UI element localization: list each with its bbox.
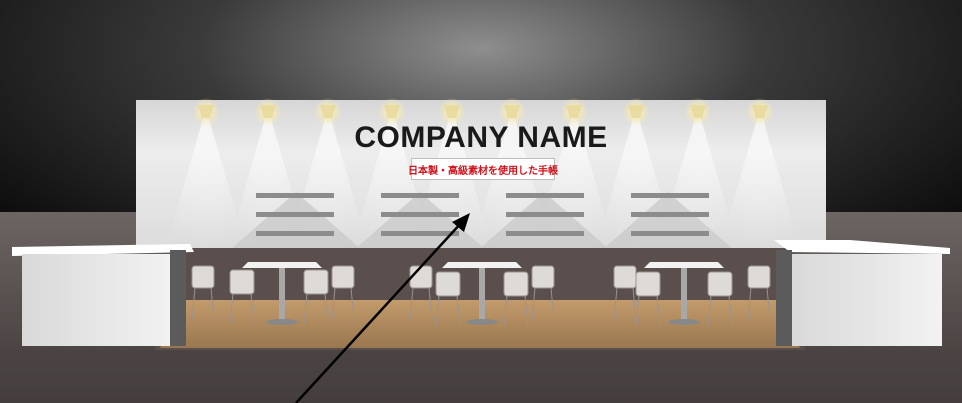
tagline-text: 日本製・高級素材を使用した手帳 — [408, 165, 558, 177]
booth-render — [0, 0, 962, 403]
left-counter — [12, 244, 194, 346]
tagline-banner: 日本製・高級素材を使用した手帳 — [408, 158, 558, 180]
company-name-sign: COMPANY NAME — [354, 121, 608, 154]
right-counter — [774, 240, 950, 346]
floor-reflection — [0, 350, 962, 403]
